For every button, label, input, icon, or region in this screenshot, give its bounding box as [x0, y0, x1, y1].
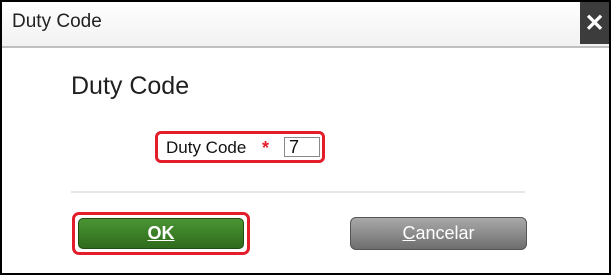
title-bar: Duty Code ✕	[2, 2, 609, 48]
duty-code-field-highlight: Duty Code *	[155, 131, 325, 163]
close-icon: ✕	[584, 9, 605, 37]
dialog-title: Duty Code	[12, 11, 102, 32]
close-button[interactable]: ✕	[580, 2, 609, 44]
cancel-label-rest: ancelar	[415, 223, 475, 243]
ok-button-highlight: OK	[72, 212, 250, 255]
duty-code-dialog: Duty Code ✕ Duty Code Duty Code * OK Can…	[0, 0, 611, 275]
divider	[71, 191, 525, 193]
cancel-button[interactable]: Cancelar	[350, 217, 527, 250]
form-heading: Duty Code	[71, 72, 190, 100]
duty-code-input[interactable]	[284, 137, 320, 157]
cancel-label-accesskey: C	[402, 223, 416, 243]
duty-code-label: Duty Code	[166, 138, 247, 157]
ok-button[interactable]: OK	[78, 218, 244, 249]
required-marker: *	[262, 138, 270, 158]
